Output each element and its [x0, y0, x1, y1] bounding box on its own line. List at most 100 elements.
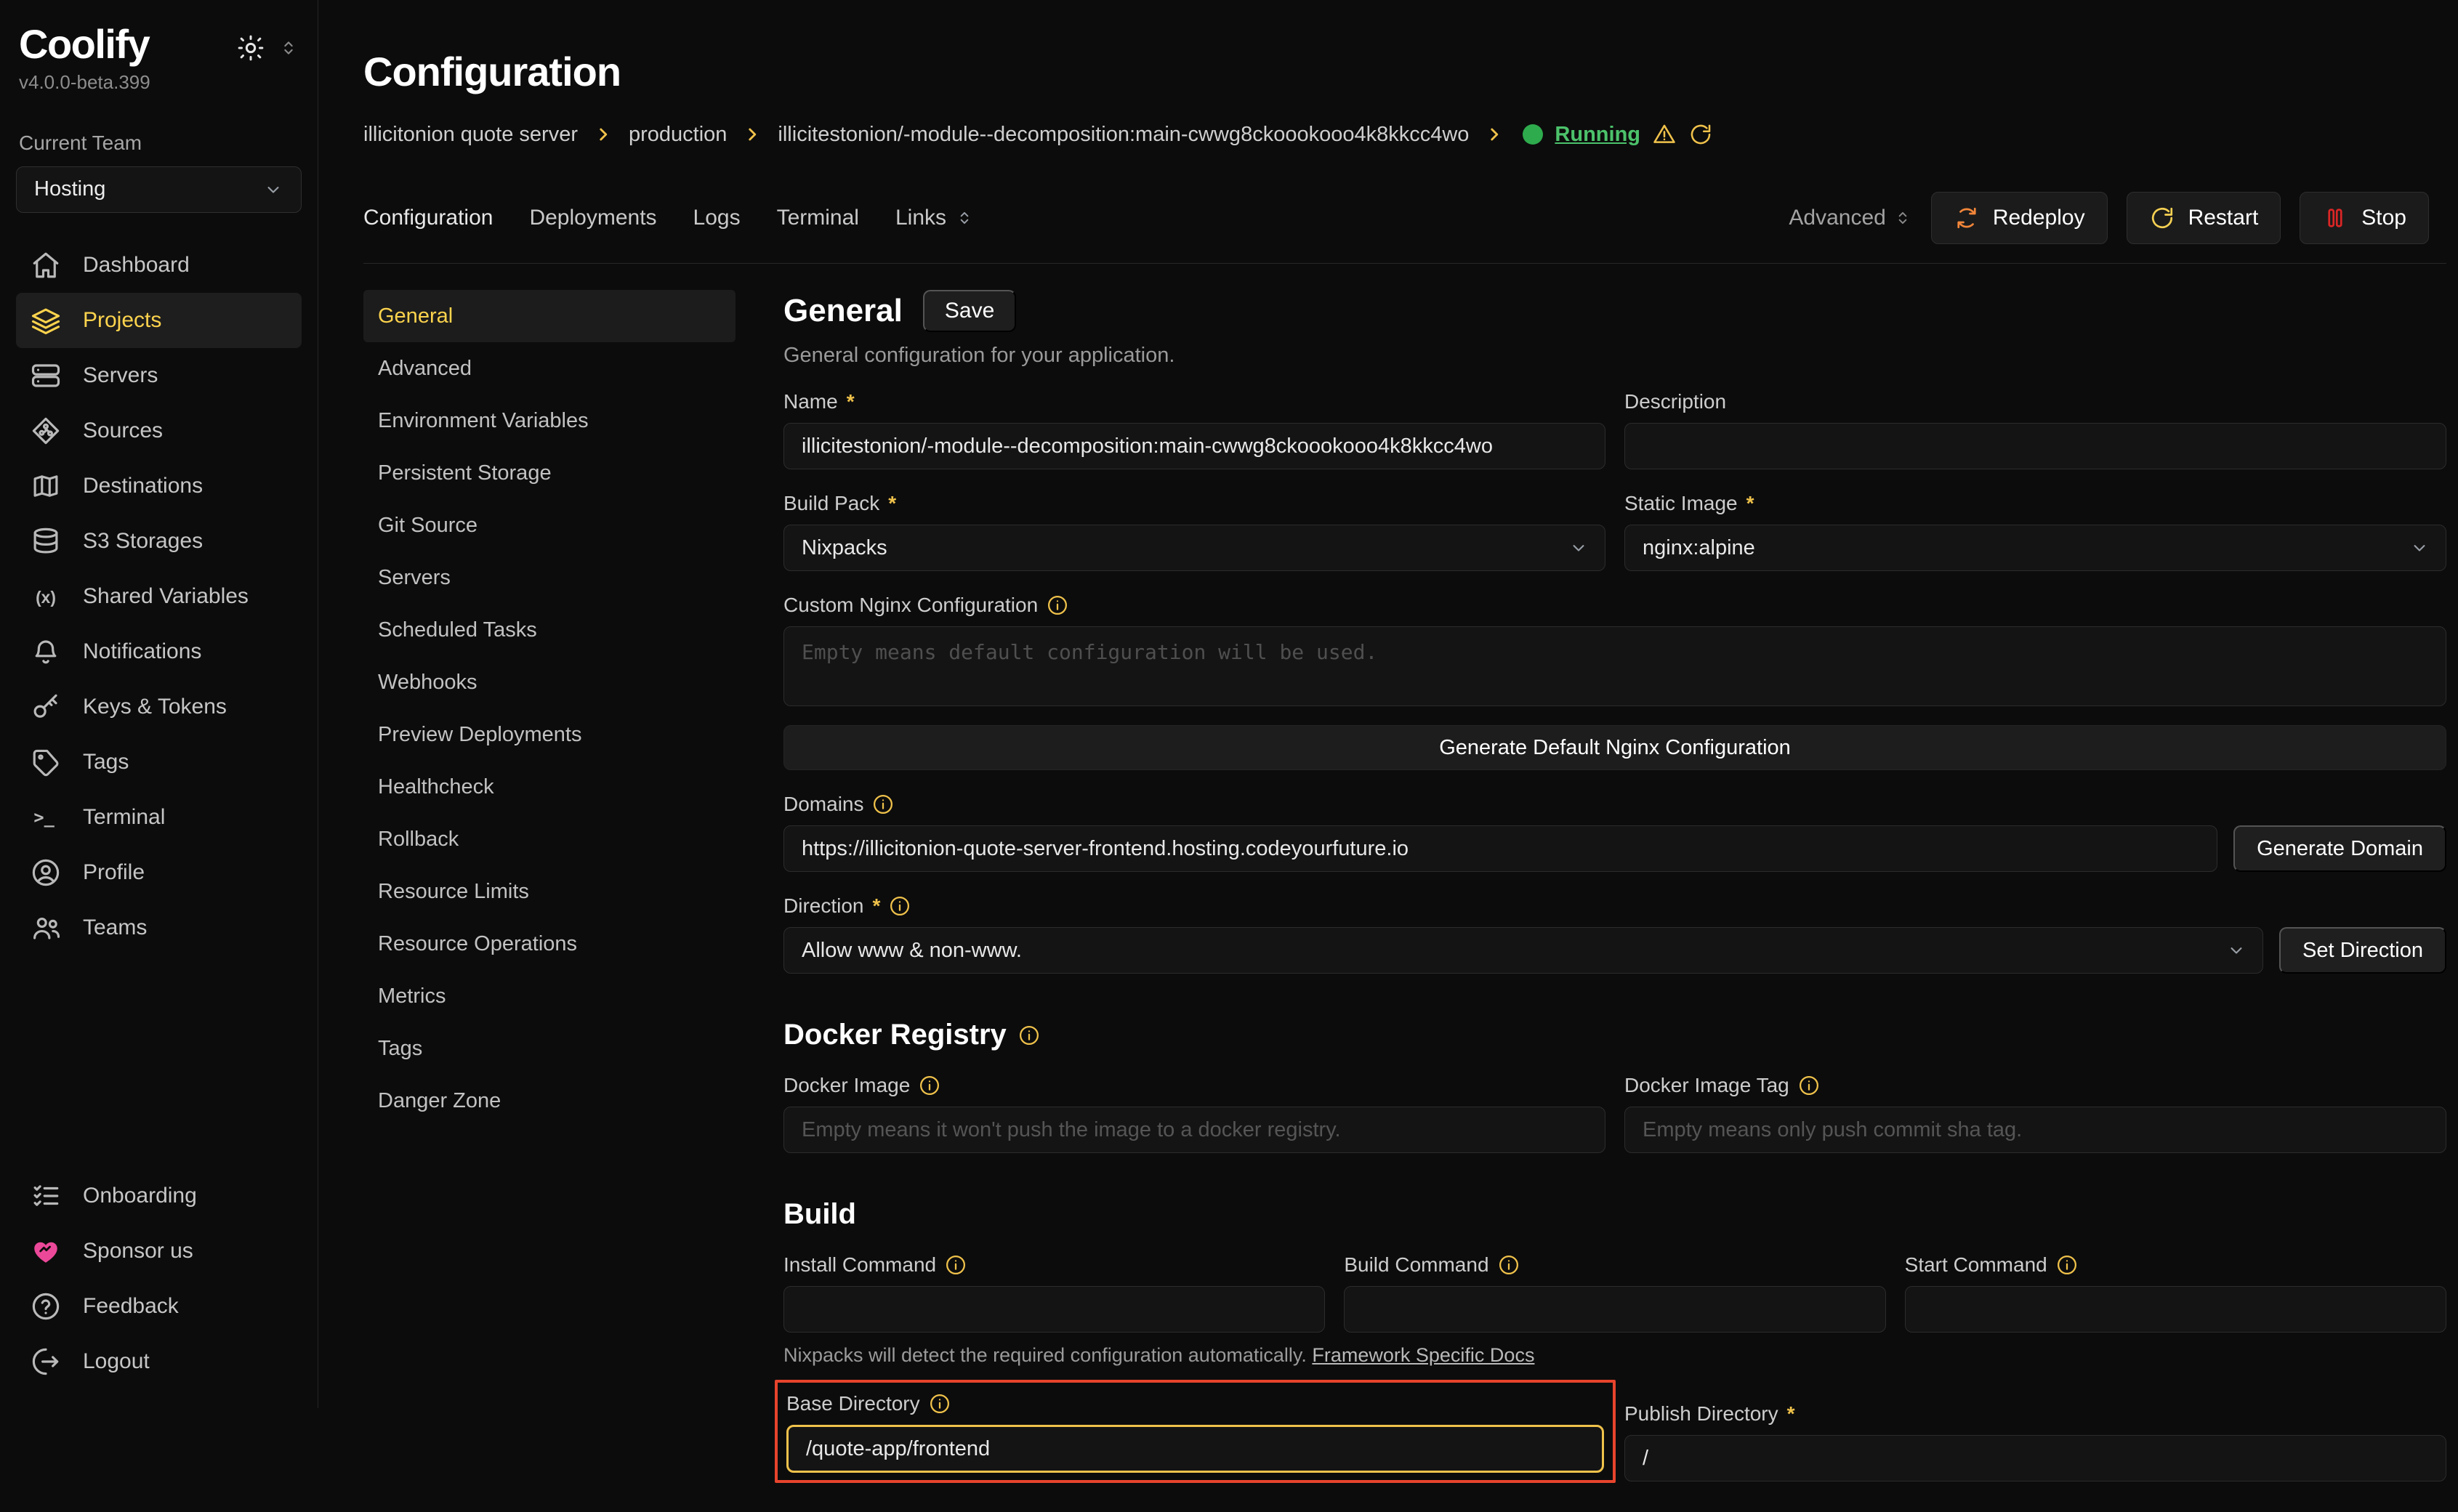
static-image-field: Static Image* nginx:alpine: [1624, 491, 2446, 571]
sidebar-item-onboarding[interactable]: Onboarding: [16, 1168, 302, 1224]
subnav-advanced[interactable]: Advanced: [363, 342, 736, 395]
name-input[interactable]: [783, 423, 1605, 469]
tag-icon: [31, 747, 61, 777]
chevron-right-icon: [594, 125, 613, 144]
build-heading: Build: [783, 1198, 2446, 1231]
subnav-metrics[interactable]: Metrics: [363, 970, 736, 1022]
theme-switcher-chevrons-icon[interactable]: [278, 38, 299, 58]
info-icon[interactable]: [889, 895, 911, 917]
stop-button[interactable]: Stop: [2300, 192, 2429, 244]
subnav-scheduled-tasks[interactable]: Scheduled Tasks: [363, 604, 736, 656]
domains-label: Domains: [783, 792, 2446, 817]
heart-icon: [31, 1236, 61, 1266]
start-command-input[interactable]: [1905, 1286, 2446, 1333]
description-label: Description: [1624, 389, 2446, 414]
sidebar-item-shared-variables[interactable]: (x) Shared Variables: [16, 569, 302, 624]
restart-button[interactable]: Restart: [2127, 192, 2281, 244]
info-icon[interactable]: [1798, 1075, 1820, 1096]
generate-nginx-button[interactable]: Generate Default Nginx Configuration: [783, 725, 2446, 770]
subnav-persistent-storage[interactable]: Persistent Storage: [363, 447, 736, 499]
sidebar-item-label: Onboarding: [83, 1184, 197, 1208]
sidebar-item-profile[interactable]: Profile: [16, 845, 302, 900]
refresh-icon[interactable]: [1688, 122, 1713, 147]
publish-directory-input[interactable]: [1624, 1435, 2446, 1481]
name-field: Name*: [783, 389, 1605, 469]
tab-configuration[interactable]: Configuration: [363, 206, 493, 230]
subnav-webhooks[interactable]: Webhooks: [363, 656, 736, 708]
info-icon[interactable]: [1018, 1024, 1040, 1046]
install-command-input[interactable]: [783, 1286, 1325, 1333]
info-icon[interactable]: [2056, 1254, 2078, 1276]
domains-input[interactable]: [783, 825, 2217, 872]
theme-sun-icon[interactable]: [236, 33, 265, 62]
sidebar-item-s3-storages[interactable]: S3 Storages: [16, 514, 302, 569]
team-select-value: Hosting: [34, 177, 105, 201]
sidebar-item-feedback[interactable]: Feedback: [16, 1279, 302, 1334]
subnav-resource-operations[interactable]: Resource Operations: [363, 918, 736, 970]
sidebar-item-tags[interactable]: Tags: [16, 735, 302, 790]
build-pack-select[interactable]: Nixpacks: [783, 525, 1605, 571]
redeploy-button[interactable]: Redeploy: [1931, 192, 2108, 244]
info-icon[interactable]: [1498, 1254, 1520, 1276]
subnav-preview-deployments[interactable]: Preview Deployments: [363, 708, 736, 761]
tabs-row: Configuration Deployments Logs Terminal …: [363, 192, 2446, 244]
generate-domain-button[interactable]: Generate Domain: [2233, 825, 2446, 872]
base-directory-input[interactable]: [786, 1425, 1604, 1473]
sidebar-item-label: Destinations: [83, 474, 203, 498]
sidebar-item-dashboard[interactable]: Dashboard: [16, 238, 302, 293]
sidebar-item-sponsor[interactable]: Sponsor us: [16, 1224, 302, 1279]
description-input[interactable]: [1624, 423, 2446, 469]
status-running-link[interactable]: Running: [1555, 123, 1640, 147]
key-icon: [31, 692, 61, 722]
team-select[interactable]: Hosting: [16, 166, 302, 213]
tab-deployments[interactable]: Deployments: [529, 206, 656, 230]
info-icon[interactable]: [929, 1393, 951, 1415]
info-icon[interactable]: [919, 1075, 940, 1096]
sidebar-item-label: Feedback: [83, 1294, 179, 1319]
docker-image-input[interactable]: [783, 1107, 1605, 1153]
subnav-tags[interactable]: Tags: [363, 1022, 736, 1075]
sidebar-item-keys-tokens[interactable]: Keys & Tokens: [16, 679, 302, 735]
sidebar-item-notifications[interactable]: Notifications: [16, 624, 302, 679]
info-icon[interactable]: [1047, 594, 1068, 616]
info-icon[interactable]: [872, 793, 894, 815]
sidebar-item-teams[interactable]: Teams: [16, 900, 302, 955]
build-command-input[interactable]: [1344, 1286, 1885, 1333]
breadcrumb-environment[interactable]: production: [629, 123, 727, 147]
tab-terminal[interactable]: Terminal: [777, 206, 859, 230]
sidebar-item-destinations[interactable]: Destinations: [16, 458, 302, 514]
base-directory-label: Base Directory: [786, 1391, 1604, 1416]
tab-logs[interactable]: Logs: [693, 206, 741, 230]
subnav-healthcheck[interactable]: Healthcheck: [363, 761, 736, 813]
subnav-environment-variables[interactable]: Environment Variables: [363, 395, 736, 447]
general-form: General Save General configuration for y…: [783, 290, 2446, 1512]
breadcrumb-application[interactable]: illicitestonion/-module--decomposition:m…: [778, 123, 1469, 147]
subnav-danger-zone[interactable]: Danger Zone: [363, 1075, 736, 1127]
tab-links[interactable]: Links: [895, 206, 974, 230]
subnav-git-source[interactable]: Git Source: [363, 499, 736, 551]
direction-select[interactable]: Allow www & non-www.: [783, 927, 2263, 974]
warning-icon[interactable]: [1652, 122, 1677, 147]
advanced-dropdown[interactable]: Advanced: [1789, 206, 1911, 230]
custom-nginx-textarea[interactable]: [783, 626, 2446, 706]
docker-image-tag-input[interactable]: [1624, 1107, 2446, 1153]
server-icon: [31, 360, 61, 391]
subnav-rollback[interactable]: Rollback: [363, 813, 736, 865]
subnav-servers[interactable]: Servers: [363, 551, 736, 604]
sidebar-item-servers[interactable]: Servers: [16, 348, 302, 403]
breadcrumb-project[interactable]: illicitonion quote server: [363, 123, 578, 147]
info-icon[interactable]: [945, 1254, 967, 1276]
status-dot: [1523, 124, 1543, 145]
save-button[interactable]: Save: [923, 290, 1016, 332]
subnav-general[interactable]: General: [363, 290, 736, 342]
chevron-right-icon: [743, 125, 762, 144]
subnav-resource-limits[interactable]: Resource Limits: [363, 865, 736, 918]
sidebar-item-terminal[interactable]: >_ Terminal: [16, 790, 302, 845]
set-direction-button[interactable]: Set Direction: [2279, 927, 2446, 974]
sidebar-item-sources[interactable]: Sources: [16, 403, 302, 458]
custom-nginx-label: Custom Nginx Configuration: [783, 593, 2446, 618]
static-image-select[interactable]: nginx:alpine: [1624, 525, 2446, 571]
sidebar-item-logout[interactable]: Logout: [16, 1334, 302, 1389]
framework-docs-link[interactable]: Framework Specific Docs: [1312, 1344, 1534, 1366]
sidebar-item-projects[interactable]: Projects: [16, 293, 302, 348]
